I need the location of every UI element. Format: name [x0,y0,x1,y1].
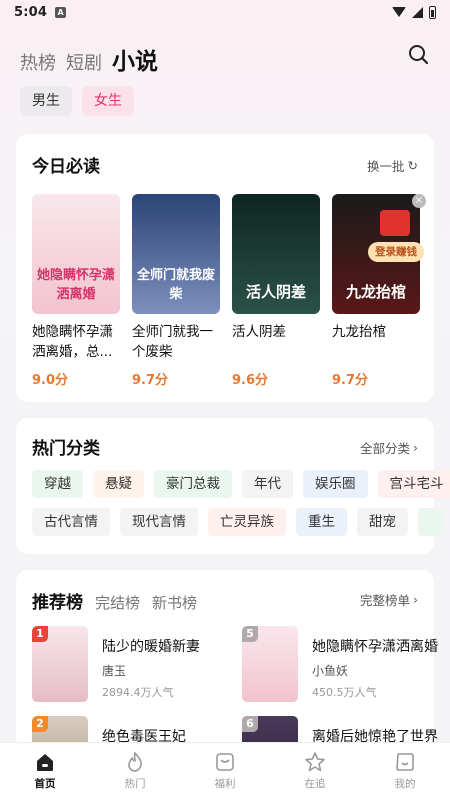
refresh-button[interactable]: 换一批 ↻ [367,156,418,175]
refresh-label: 换一批 [367,159,405,174]
nav-label: 福利 [214,778,236,790]
category-tag[interactable] [418,508,442,536]
category-tag[interactable]: 娱乐圈 [303,470,368,498]
rank-badge: 5 [242,626,258,642]
book-list: 她隐瞒怀孕潇洒离婚 她隐瞒怀孕潇洒离婚，总... 9.0分 全师门就我废柴 全师… [32,194,420,388]
category-tag[interactable]: 古代言情 [32,508,110,536]
refresh-icon: ↻ [407,158,418,173]
home-icon [37,754,53,771]
rank-title: 她隐瞒怀孕潇洒离婚 [312,639,438,655]
book-score: 9.7分 [332,373,369,388]
full-ranking-label: 完整榜单 [359,593,410,608]
chip-female[interactable]: 女生 [82,86,134,116]
book-title: 她隐瞒怀孕潇洒离婚，总... [32,324,113,360]
search-icon[interactable] [408,44,428,64]
cover-text: 她隐瞒怀孕潇洒离婚 [36,268,115,302]
book-title: 九龙抬棺 [332,324,386,340]
battery-icon [429,5,436,19]
book-score: 9.7分 [132,373,169,388]
cover-text: 活人阴差 [245,283,306,301]
rank-badge: 1 [32,626,48,642]
bottom-nav: 首页 热门 福利 在追 我的 [0,742,450,800]
ranking-item[interactable]: 5 她隐瞒怀孕潇洒离婚 小鱼妖 450.5万人气 [242,626,442,702]
nav-label: 首页 [34,778,56,790]
book-cover[interactable]: 她隐瞒怀孕潇洒离婚 [32,194,120,314]
rank-badge: 6 [242,716,258,732]
flame-icon [128,752,142,772]
book-score: 9.6分 [232,373,269,388]
all-categories-link[interactable]: 全部分类 › [360,438,418,457]
red-envelope-icon [380,210,410,236]
nav-label: 我的 [394,778,416,790]
book-item[interactable]: 她隐瞒怀孕潇洒离婚 她隐瞒怀孕潇洒离婚，总... 9.0分 [32,194,120,388]
must-read-card: 今日必读 换一批 ↻ 她隐瞒怀孕潇洒离婚 她隐瞒怀孕潇洒离婚，总... 9.0分… [16,134,434,402]
login-reward-badge[interactable]: 登录赚钱 [368,242,424,262]
tab-completed[interactable]: 完结榜 [95,592,140,613]
rank-cover[interactable]: 1 [32,626,88,702]
book-cover[interactable]: 全师门就我废柴 [132,194,220,314]
category-row: 穿越 悬疑 豪门总裁 年代 娱乐圈 宫斗宅斗 [32,470,450,498]
book-cover[interactable]: 活人阴差 [232,194,320,314]
rank-author: 小鱼妖 [312,664,349,678]
nav-home[interactable]: 首页 [0,743,90,800]
book-score: 9.0分 [32,373,69,388]
category-tag[interactable]: 甜宠 [357,508,408,536]
book-item[interactable]: 全师门就我废柴 全师门就我一个废柴 9.7分 [132,194,220,388]
nav-following[interactable]: 在追 [270,743,360,800]
gender-filter: 男生 女生 [20,86,134,116]
category-tag[interactable]: 悬疑 [93,470,144,498]
categories-title: 热门分类 [32,439,100,459]
rankings-card: 推荐榜 完结榜 新书榜 完整榜单 › 1 陆少的暖婚新妻 唐玉 2894.4万人… [16,570,438,792]
cover-text: 全师门就我废柴 [136,268,215,302]
chevron-right-icon: › [413,592,418,607]
category-tag[interactable]: 重生 [296,508,347,536]
profile-icon [396,753,414,771]
nav-profile[interactable]: 我的 [360,743,450,800]
book-item[interactable]: 活人阴差 活人阴差 9.6分 [232,194,320,388]
tab-short-drama[interactable]: 短剧 [66,49,102,75]
rank-popularity: 2894.4万人气 [102,686,174,699]
category-row: 古代言情 现代言情 亡灵异族 重生 甜宠 [32,508,442,536]
category-tag[interactable]: 宫斗宅斗 [377,470,450,498]
rank-popularity: 450.5万人气 [312,686,377,699]
chip-male[interactable]: 男生 [20,86,72,116]
book-title: 活人阴差 [232,324,286,340]
nav-label: 在追 [304,778,326,790]
book-title: 全师门就我一个废柴 [132,324,213,360]
category-tag[interactable]: 穿越 [32,470,83,498]
ranking-tabs: 推荐榜 完结榜 新书榜 [32,588,197,613]
wifi-icon [392,7,406,17]
category-tag[interactable]: 年代 [242,470,293,498]
rank-title: 陆少的暖婚新妻 [102,639,200,655]
tab-hot-list[interactable]: 热榜 [20,49,56,75]
rank-author: 唐玉 [102,664,127,678]
signal-icon [412,6,423,18]
category-tag[interactable]: 豪门总裁 [154,470,232,498]
nav-rewards[interactable]: 福利 [180,743,270,800]
ranking-item[interactable]: 1 陆少的暖婚新妻 唐玉 2894.4万人气 [32,626,232,702]
category-tag[interactable]: 亡灵异族 [208,508,286,536]
tab-new-books[interactable]: 新书榜 [152,592,197,613]
top-tabs: 热榜 短剧 小说 [20,42,158,76]
rank-badge: 2 [32,716,48,732]
tab-novel[interactable]: 小说 [112,42,158,76]
gift-icon [216,753,234,771]
must-read-title: 今日必读 [32,157,100,177]
categories-card: 热门分类 全部分类 › 穿越 悬疑 豪门总裁 年代 娱乐圈 宫斗宅斗 古代言情 … [16,418,450,554]
status-time: 5:04 [14,4,48,20]
star-icon [305,752,325,772]
all-categories-label: 全部分类 [359,441,410,456]
nav-hot[interactable]: 热门 [90,743,180,800]
notification-icon: A [55,6,67,18]
status-bar: 5:04 A [0,0,450,24]
full-ranking-link[interactable]: 完整榜单 › [360,590,418,609]
category-tag[interactable]: 现代言情 [120,508,198,536]
status-icons [392,5,436,19]
tab-recommend[interactable]: 推荐榜 [32,588,83,613]
close-icon[interactable]: × [412,194,426,208]
chevron-right-icon: › [413,440,418,455]
cover-text: 九龙抬棺 [345,283,406,301]
rank-cover[interactable]: 5 [242,626,298,702]
nav-label: 热门 [124,778,146,790]
